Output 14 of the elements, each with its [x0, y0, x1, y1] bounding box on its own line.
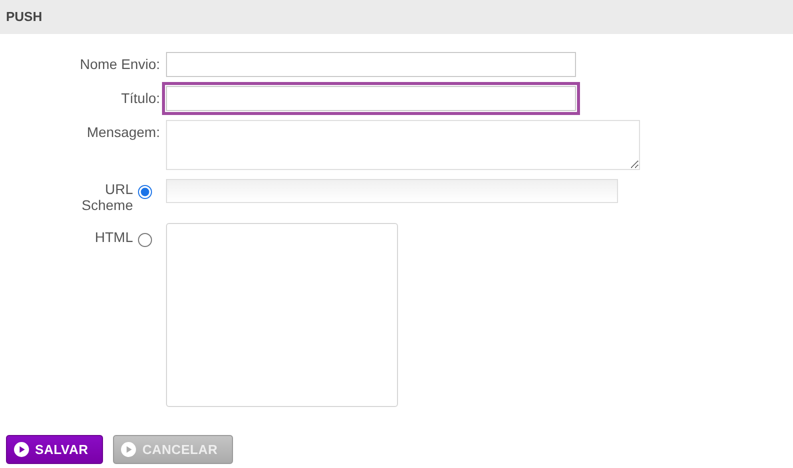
- play-icon: [14, 442, 29, 457]
- field-label: Título:: [120, 89, 160, 106]
- radio-button[interactable]: [138, 185, 152, 199]
- input-field[interactable]: [162, 82, 580, 115]
- url-field[interactable]: [166, 179, 618, 203]
- option-label: HTML: [94, 228, 133, 247]
- action-button[interactable]: SALVAR: [6, 435, 104, 464]
- html-field[interactable]: [166, 223, 398, 407]
- field-label: Mensagem:: [86, 123, 160, 140]
- radio-button[interactable]: [138, 233, 152, 247]
- option-label: URL Scheme: [81, 180, 133, 213]
- field-label: Nome Envio:: [78, 55, 160, 72]
- play-icon: [121, 442, 136, 457]
- section-title: PUSH: [5, 8, 44, 24]
